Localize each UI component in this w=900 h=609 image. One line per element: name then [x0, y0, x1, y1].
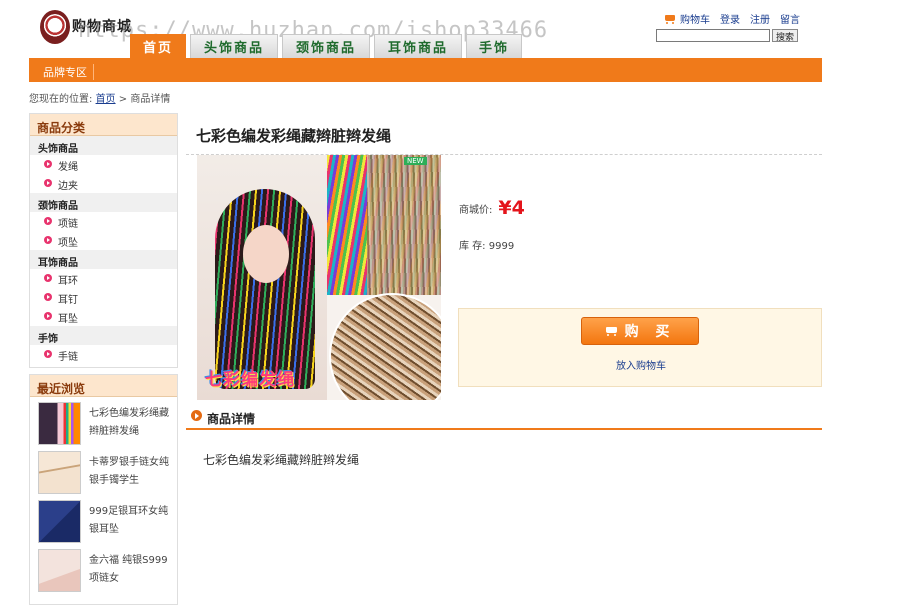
category-item-label: 项坠: [58, 238, 78, 249]
breadcrumb-separator: >: [118, 94, 128, 105]
bullet-arrow-icon: [44, 350, 52, 358]
tab-head-accessories[interactable]: 头饰商品: [190, 34, 278, 58]
tab-ear-accessories[interactable]: 耳饰商品: [374, 34, 462, 58]
bullet-arrow-icon: [44, 160, 52, 168]
recent-item[interactable]: 999足银耳环女纯银耳坠: [38, 500, 173, 544]
buy-button[interactable]: 购 买: [581, 317, 699, 345]
category-item[interactable]: 项链: [30, 212, 177, 231]
recent-item[interactable]: 卡蒂罗银手链女纯银手镯学生: [38, 451, 173, 495]
image-face: [243, 225, 289, 283]
search-button[interactable]: 搜索: [772, 29, 799, 42]
category-item[interactable]: 手链: [30, 345, 177, 364]
search-bar: 搜索: [656, 29, 799, 42]
top-links: 购物车 登录 注册 留言: [664, 11, 800, 26]
breadcrumb-home-link[interactable]: 首页: [96, 94, 116, 105]
recent-thumbnail[interactable]: [38, 402, 81, 445]
cart-link-label: 购物车: [680, 15, 710, 26]
bullet-arrow-icon: [44, 274, 52, 282]
category-item-label: 耳环: [58, 276, 78, 287]
buy-button-label: 购 买: [624, 324, 676, 340]
category-item-label: 项链: [58, 219, 78, 230]
recent-item-name[interactable]: 卡蒂罗银手链女纯银手镯学生: [89, 454, 175, 490]
message-link[interactable]: 留言: [780, 11, 800, 26]
login-link[interactable]: 登录: [720, 11, 740, 26]
brand-zone-link[interactable]: 品牌专区: [43, 64, 94, 80]
category-item-label: 边夹: [58, 181, 78, 192]
cart-icon: [605, 326, 619, 337]
section-arrow-icon: [191, 410, 202, 421]
recent-thumbnail[interactable]: [38, 500, 81, 543]
recent-item-name[interactable]: 七彩色编发彩绳藏辫脏辫发绳: [89, 405, 175, 441]
logo-seal-icon: [40, 10, 70, 44]
category-item[interactable]: 边夹: [30, 174, 177, 193]
stock-text: 库 存: 9999: [459, 241, 515, 252]
image-threads-overlay: [367, 155, 441, 295]
add-to-cart-link[interactable]: 放入购物车: [616, 357, 666, 372]
category-item[interactable]: 耳钉: [30, 288, 177, 307]
category-group-hand[interactable]: 手饰: [30, 326, 177, 345]
new-badge: NEW: [404, 157, 427, 165]
product-title: 七彩色编发彩绳藏辫脏辫发绳: [196, 127, 392, 145]
register-link[interactable]: 注册: [750, 11, 770, 26]
product-image[interactable]: NEW 七彩编发绳: [197, 155, 441, 400]
recent-item[interactable]: 七彩色编发彩绳藏辫脏辫发绳: [38, 402, 173, 446]
category-item-label: 耳钉: [58, 295, 78, 306]
recent-panel-title: 最近浏览: [30, 375, 177, 397]
category-group-ear[interactable]: 耳饰商品: [30, 250, 177, 269]
category-item-label: 耳坠: [58, 314, 78, 325]
category-panel: 商品分类 头饰商品 发绳 边夹 颈饰商品 项链 项坠 耳饰商品 耳环 耳钉 耳坠…: [29, 113, 178, 368]
category-item[interactable]: 发绳: [30, 155, 177, 174]
category-item-label: 发绳: [58, 162, 78, 173]
cart-icon: [664, 14, 677, 24]
tab-neck-accessories[interactable]: 颈饰商品: [282, 34, 370, 58]
tab-home[interactable]: 首页: [130, 34, 186, 58]
bullet-arrow-icon: [44, 217, 52, 225]
detail-section-header: 商品详情: [186, 406, 822, 430]
recent-panel: 最近浏览 七彩色编发彩绳藏辫脏辫发绳 卡蒂罗银手链女纯银手镯学生 999足银耳环…: [29, 374, 178, 605]
category-item[interactable]: 耳环: [30, 269, 177, 288]
image-caption: 七彩编发绳: [205, 370, 295, 390]
purchase-box: 购 买 放入购物车: [458, 308, 822, 387]
price-row: 商城价: ¥4: [459, 197, 525, 219]
bullet-arrow-icon: [44, 293, 52, 301]
breadcrumb-prefix: 您现在的位置:: [29, 94, 93, 105]
image-braided-hair: [215, 189, 315, 389]
sub-nav: 品牌专区: [29, 58, 822, 82]
category-group-neck[interactable]: 颈饰商品: [30, 193, 177, 212]
main-nav: 首页 头饰商品 颈饰商品 耳饰商品 手饰: [130, 34, 522, 58]
cart-link[interactable]: 购物车: [664, 11, 710, 26]
recent-item-name[interactable]: 999足银耳环女纯银耳坠: [89, 503, 175, 539]
search-input[interactable]: [656, 29, 770, 42]
category-item[interactable]: 耳坠: [30, 307, 177, 326]
bullet-arrow-icon: [44, 179, 52, 187]
detail-description: 七彩色编发彩绳藏辫脏辫发绳: [203, 453, 360, 467]
image-closeup-circle: [329, 293, 441, 400]
recent-item[interactable]: 金六福 纯银S999项链女: [38, 549, 173, 593]
category-group-head[interactable]: 头饰商品: [30, 136, 177, 155]
recent-item-name[interactable]: 金六福 纯银S999项链女: [89, 552, 175, 588]
price-label: 商城价:: [459, 204, 493, 216]
tab-hand-accessories[interactable]: 手饰: [466, 34, 522, 58]
recent-thumbnail[interactable]: [38, 451, 81, 494]
price-value: ¥4: [498, 197, 525, 219]
recent-thumbnail[interactable]: [38, 549, 81, 592]
bullet-arrow-icon: [44, 312, 52, 320]
bullet-arrow-icon: [44, 236, 52, 244]
detail-section-title: 商品详情: [207, 412, 256, 426]
category-panel-title: 商品分类: [30, 114, 177, 136]
breadcrumb-current: 商品详情: [130, 94, 171, 105]
breadcrumb: 您现在的位置: 首页 > 商品详情: [29, 90, 170, 105]
category-item[interactable]: 项坠: [30, 231, 177, 250]
category-item-label: 手链: [58, 352, 78, 363]
